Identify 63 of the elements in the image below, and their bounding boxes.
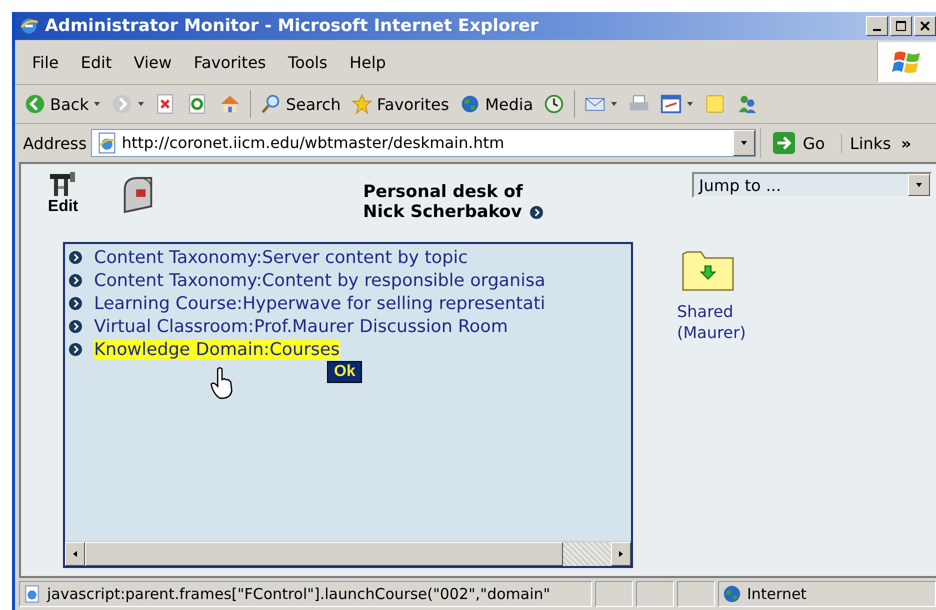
house-icon [218, 93, 241, 115]
menu-item[interactable]: View [122, 52, 183, 72]
hand-cursor-icon [209, 366, 235, 400]
favorites-button[interactable]: Favorites [348, 93, 452, 115]
ok-button[interactable]: Ok [327, 361, 362, 383]
arrow-bullet-icon [69, 343, 82, 356]
windows-logo-icon [877, 42, 936, 82]
star-icon [350, 93, 373, 115]
address-label: Address [23, 134, 87, 152]
scroll-thumb[interactable] [85, 542, 563, 566]
list-item[interactable]: Content Taxonomy:Server content by topic [94, 248, 468, 268]
go-button[interactable]: Go [760, 128, 837, 158]
mailbox-icon [121, 174, 155, 216]
menu-item[interactable]: Favorites [182, 52, 278, 72]
address-field[interactable]: http://coronet.iicm.edu/wbtmaster/deskmain.htm [90, 129, 756, 157]
menu-item[interactable]: File [21, 52, 70, 72]
horizontal-scrollbar[interactable] [65, 541, 631, 566]
zone-label: Internet [747, 585, 807, 603]
media-button[interactable]: Media [456, 93, 536, 115]
maximize-icon [894, 19, 908, 33]
document-icon [660, 93, 682, 115]
user-name: Nick Scherbakov [363, 202, 522, 222]
edit-link[interactable]: Edit [48, 198, 78, 216]
search-icon [260, 93, 282, 115]
window-title: Administrator Monitor - Microsoft Internet Explorer [45, 16, 538, 36]
jump-to-dropdown[interactable]: Jump to ... [692, 172, 932, 198]
note-icon [704, 93, 726, 115]
search-button[interactable]: Search [256, 93, 344, 115]
links-button[interactable]: Links [840, 134, 892, 152]
back-button[interactable]: Back [21, 93, 104, 115]
status-pane [636, 581, 674, 607]
tools-icon [48, 172, 78, 198]
people-icon [736, 93, 758, 115]
menu-item[interactable]: Edit [70, 52, 123, 72]
browser-icon [19, 16, 39, 36]
arrow-bullet-icon [69, 274, 82, 287]
page-title: Personal desk of [363, 182, 523, 202]
status-pane [595, 581, 633, 607]
status-text: javascript:parent.frames["FControl"].launchCourse("002","domain" [47, 585, 550, 603]
menu-item[interactable]: Tools [277, 52, 338, 72]
arrow-bullet-icon [69, 297, 82, 310]
minimize-button[interactable] [866, 16, 888, 36]
status-pane [677, 581, 715, 607]
globe-icon [723, 585, 741, 603]
minimize-icon [873, 29, 881, 31]
list-item[interactable]: Content Taxonomy:Content by responsible organisa [94, 270, 546, 290]
folder-label[interactable]: Shared (Maurer) [677, 302, 746, 344]
more-chevron[interactable]: » [901, 134, 912, 152]
maximize-button[interactable] [890, 16, 912, 36]
arrow-bullet-icon[interactable] [530, 206, 543, 218]
arrow-bullet-icon [69, 320, 82, 333]
close-button[interactable] [914, 16, 936, 36]
page-icon [23, 585, 41, 603]
list-item[interactable]: Virtual Classroom:Prof.Maurer Discussion Room [94, 316, 508, 336]
clock-icon [543, 93, 566, 115]
list-item[interactable]: Knowledge Domain:Courses [94, 340, 340, 360]
scroll-right-icon [617, 550, 625, 558]
menu-item[interactable]: Help [338, 52, 397, 72]
close-icon [918, 19, 932, 33]
dropdown-arrow-icon [915, 181, 923, 189]
scroll-left-icon [71, 550, 79, 558]
list-item[interactable]: Learning Course:Hyperwave for selling representati [94, 294, 546, 314]
arrow-bullet-icon [69, 251, 82, 264]
